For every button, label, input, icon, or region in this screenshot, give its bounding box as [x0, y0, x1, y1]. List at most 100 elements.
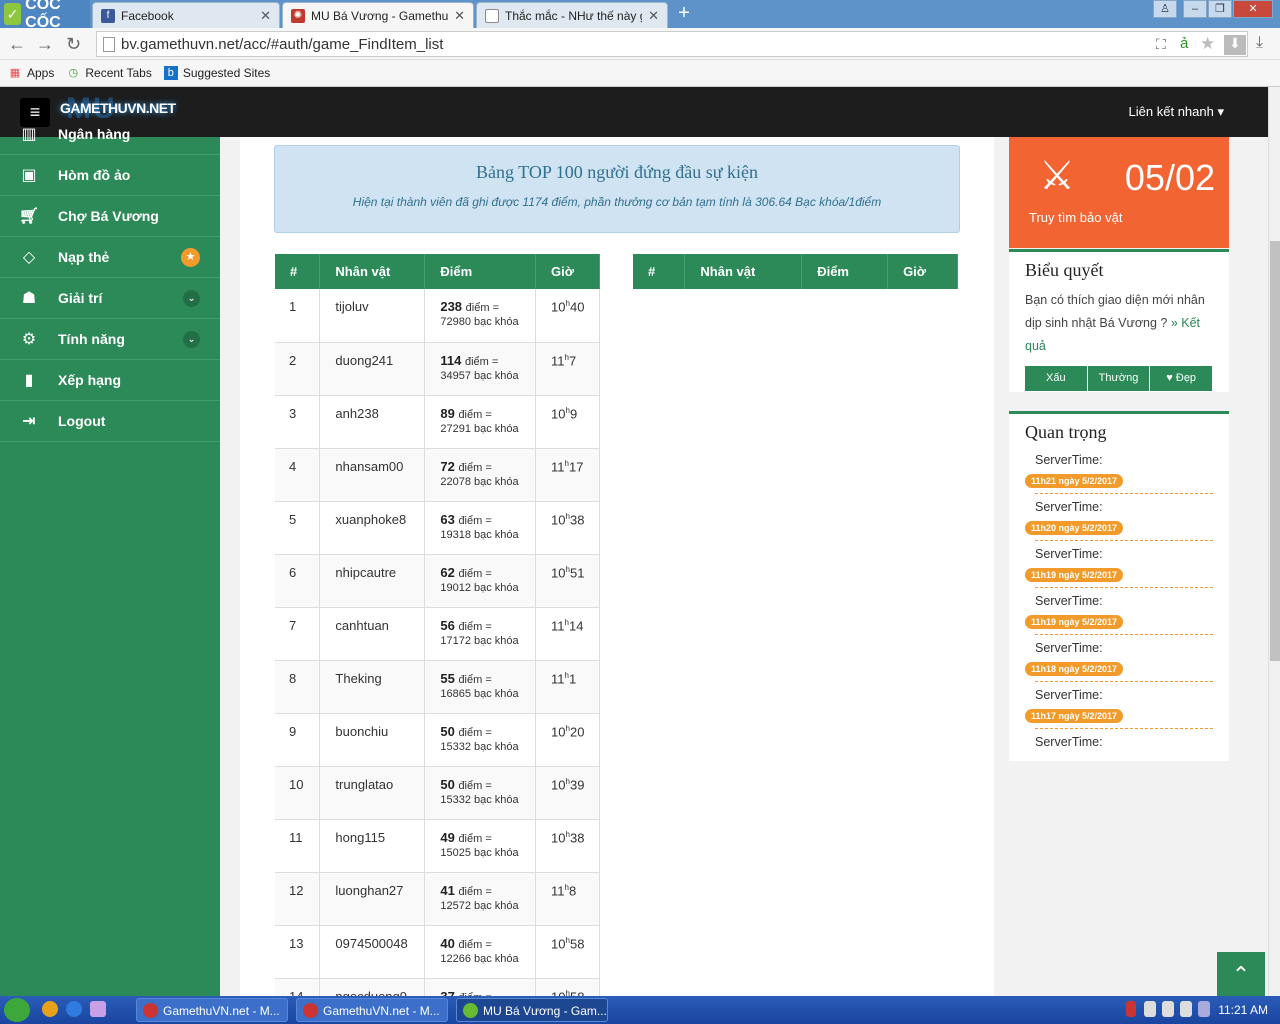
reload-icon[interactable]: ↻: [66, 34, 81, 55]
event-card[interactable]: ⚔ 05/02 Truy tìm bảo vật: [1009, 137, 1229, 248]
chevron-down-icon: ⌄: [183, 330, 200, 348]
sidebar-item-inventory[interactable]: ▣ Hòm đồ ảo: [0, 155, 220, 196]
downloads-icon[interactable]: ⤓: [1256, 34, 1263, 52]
time-cell: 10h58: [535, 978, 600, 996]
event-date: 05/02: [1124, 157, 1215, 198]
points-cell: 37 điểm =: [424, 978, 537, 996]
rank-cell: 13: [275, 925, 321, 979]
bookmark-apps[interactable]: ▦ Apps: [8, 66, 55, 80]
tray-network-icon[interactable]: [1144, 1001, 1156, 1017]
vote-bad-button[interactable]: Xấu: [1025, 366, 1088, 391]
sidebar-item-ranking[interactable]: ▮ Xếp hạng: [0, 360, 220, 401]
points-cell: 72 điểm = 22078 bạc khóa: [424, 448, 537, 502]
vote-normal-button[interactable]: Thường: [1087, 366, 1151, 391]
star-icon[interactable]: ★: [1200, 34, 1215, 54]
tab-facebook[interactable]: f Facebook ✕: [92, 2, 280, 28]
sidebar: ▥ Ngân hàng ▣ Hòm đồ ảo 🛒︎ Chợ Bá Vương ◇ Nạ…: [0, 126, 220, 996]
quick-links-dropdown[interactable]: Liên kết nhanh ▾: [1129, 104, 1224, 120]
main-content: Bảng TOP 100 người đứng đầu sự kiện Hiện…: [240, 137, 994, 996]
taskbar-item[interactable]: GamethuVN.net - M...: [296, 998, 448, 1022]
apps-grid-icon: ▦: [9, 67, 21, 79]
tray-misc-icon[interactable]: [1198, 1001, 1210, 1017]
logout-icon: ⇥: [22, 413, 36, 430]
table-row: 9 buonchiu 50 điểm = 15332 bạc khóa 10h20: [275, 713, 600, 767]
rank-cell: 14: [275, 978, 321, 996]
suitcase-icon: ▣: [21, 167, 37, 184]
server-time-badge: 11h20 ngày 5/2/2017: [1025, 521, 1124, 535]
taskbar-item-active[interactable]: MU Bá Vương - Gam...: [456, 998, 608, 1022]
col-character: Nhân vật: [684, 254, 803, 289]
table-row: 8 Theking 55 điểm = 16865 bạc khóa 11h1: [275, 660, 600, 714]
history-icon: ◷: [68, 67, 79, 79]
sidebar-item-market[interactable]: 🛒︎ Chợ Bá Vương: [0, 196, 220, 237]
sidebar-item-features[interactable]: ⚙ Tính năng ⌄: [0, 319, 220, 360]
character-cell: xuanphoke8: [319, 501, 426, 555]
url-input[interactable]: bv.gamethuvn.net/acc/#auth/game_FindItem…: [96, 31, 1248, 57]
browser-logo[interactable]: ✓ CỐC CỐC: [0, 0, 90, 28]
forward-icon[interactable]: →: [36, 34, 54, 55]
rank-cell: 12: [275, 872, 321, 926]
vietnamese-input-icon[interactable]: ả: [1180, 35, 1188, 52]
table-row: 14ngocduong937 điểm =10h58: [275, 978, 600, 996]
close-icon[interactable]: ✕: [648, 8, 659, 24]
top-table-right: # Nhân vật Điểm Giờ: [633, 254, 958, 289]
time-cell: 10h40: [535, 289, 600, 343]
character-cell: ngocduong9: [319, 978, 426, 996]
poll-title: Biểu quyết: [1025, 260, 1104, 280]
sidebar-item-entertainment[interactable]: ☗ Giải trí ⌄: [0, 278, 220, 319]
col-character: Nhân vật: [319, 254, 426, 289]
notepad-icon[interactable]: [90, 1001, 106, 1017]
poll-options: Xấu Thường ♥ Đẹp: [1025, 366, 1214, 391]
event-label: Truy tìm bảo vật: [1029, 210, 1123, 225]
rank-cell: 7: [275, 607, 321, 661]
server-time-badge: 11h21 ngày 5/2/2017: [1025, 474, 1124, 488]
vote-beautiful-button[interactable]: ♥ Đẹp: [1150, 366, 1214, 391]
server-time-item: ServerTime: 11h18 ngày 5/2/2017: [1025, 635, 1213, 682]
close-icon[interactable]: ✕: [260, 8, 271, 24]
time-cell: 11h14: [535, 607, 600, 661]
table-row: 10 trunglatao 50 điểm = 15332 bạc khóa 10h39: [275, 766, 600, 820]
page-icon: [485, 8, 499, 23]
sidebar-item-topup[interactable]: ◇ Nạp thẻ ★: [0, 237, 220, 278]
tray-display-icon[interactable]: [1162, 1001, 1174, 1017]
window-close-icon[interactable]: ✕: [1233, 0, 1273, 18]
character-cell: trunglatao: [319, 766, 426, 820]
minimize-icon[interactable]: –: [1183, 0, 1207, 18]
ie-icon[interactable]: [66, 1001, 82, 1017]
bookmark-suggested-sites[interactable]: b Suggested Sites: [163, 66, 270, 80]
close-icon[interactable]: ✕: [454, 8, 465, 24]
sidebar-item-logout[interactable]: ⇥ Logout: [0, 401, 220, 442]
start-button[interactable]: [4, 998, 30, 1022]
character-cell: 0974500048: [319, 925, 426, 979]
col-rank: #: [275, 254, 321, 289]
table-row: 13 0974500048 40 điểm = 12266 bạc khóa 10h58: [275, 925, 600, 979]
back-icon[interactable]: ←: [8, 34, 26, 55]
points-cell: 50 điểm = 15332 bạc khóa: [424, 713, 537, 767]
scrollbar-thumb[interactable]: [1270, 241, 1280, 661]
tray-volume-icon[interactable]: [1180, 1001, 1192, 1017]
sidebar-item-bank[interactable]: ▥ Ngân hàng: [0, 114, 220, 155]
profile-icon[interactable]: ♙: [1153, 0, 1177, 18]
character-cell: duong241: [319, 342, 426, 396]
restore-icon[interactable]: ❐: [1208, 0, 1232, 18]
windows-taskbar: GamethuVN.net - M... GamethuVN.net - M..…: [0, 996, 1280, 1024]
translate-icon[interactable]: ⛶: [1156, 36, 1166, 53]
download-icon[interactable]: ⬇: [1224, 35, 1246, 55]
coccoc-icon: [463, 1003, 478, 1018]
tab-mu[interactable]: ✺ MU Bá Vương - GamethuV ✕: [282, 2, 474, 28]
chrome-icon[interactable]: [42, 1001, 58, 1017]
back-to-top-button[interactable]: ⌃: [1217, 952, 1265, 1000]
table-row: 6 nhipcautre 62 điểm = 19012 bạc khóa 10h51: [275, 554, 600, 608]
points-cell: 62 điểm = 19012 bạc khóa: [424, 554, 537, 608]
tray-security-icon[interactable]: [1126, 1001, 1136, 1017]
page-scrollbar[interactable]: [1268, 87, 1280, 996]
new-tab-button[interactable]: +: [674, 3, 694, 24]
diamond-icon: ◇: [22, 249, 36, 266]
tab-thacmac[interactable]: Thắc mắc - NHư thế này g ✕: [476, 2, 668, 28]
taskbar-item[interactable]: GamethuVN.net - M...: [136, 998, 288, 1022]
time-cell: 11h7: [535, 342, 600, 396]
bookmarks-bar: ▦ Apps ◷ Recent Tabs b Suggested Sites: [0, 60, 1280, 87]
time-cell: 11h8: [535, 872, 600, 926]
bookmark-recent-tabs[interactable]: ◷ Recent Tabs: [66, 66, 152, 80]
server-time-item: ServerTime: 11h19 ngày 5/2/2017: [1025, 541, 1213, 588]
